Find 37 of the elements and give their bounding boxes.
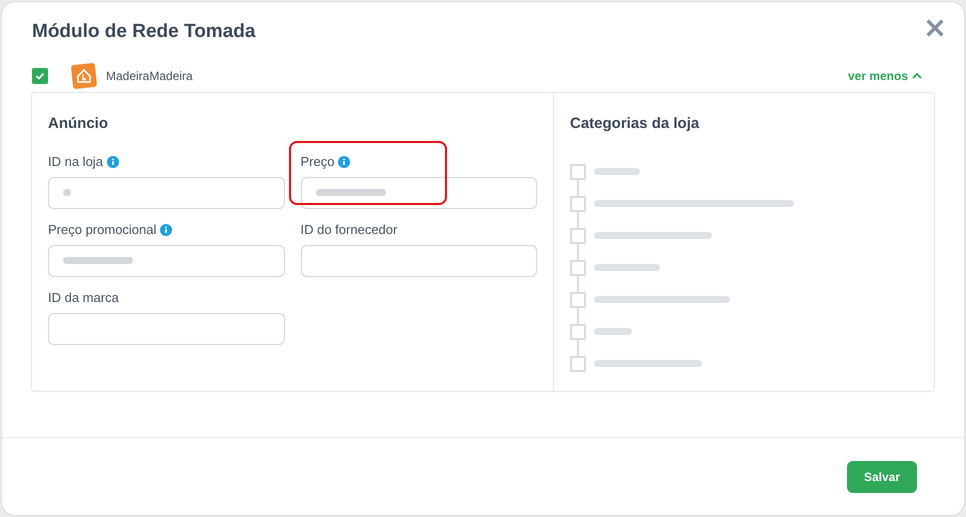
- collapse-link[interactable]: ver menos: [848, 66, 922, 84]
- check-icon: [35, 70, 45, 80]
- checkbox[interactable]: [32, 68, 48, 84]
- info-icon[interactable]: [338, 156, 350, 168]
- chevron-up-icon: [912, 72, 922, 79]
- redacted-category: [594, 168, 640, 175]
- checkbox[interactable]: [570, 260, 586, 276]
- input-field[interactable]: [300, 244, 537, 276]
- field-label: Preço: [300, 152, 334, 171]
- input-field[interactable]: [48, 244, 284, 276]
- field-label: ID na loja: [48, 152, 103, 171]
- field-label: Preço promocional: [48, 220, 156, 239]
- checkbox[interactable]: [570, 324, 586, 340]
- redacted-value: [63, 257, 133, 264]
- section-title: Anúncio: [48, 114, 109, 132]
- redacted-category: [594, 264, 660, 271]
- field-label: ID do fornecedor: [300, 220, 398, 239]
- section-title: Categorias da loja: [570, 114, 700, 132]
- close-icon[interactable]: [926, 19, 944, 37]
- checkbox[interactable]: [570, 196, 586, 212]
- input-field[interactable]: [48, 176, 284, 208]
- info-icon[interactable]: [160, 224, 172, 236]
- checkbox[interactable]: [570, 356, 586, 372]
- checkbox[interactable]: [570, 164, 586, 180]
- store-name: MadeiraMadeira: [106, 68, 193, 84]
- input-field[interactable]: [300, 176, 537, 208]
- save-button[interactable]: Salvar: [847, 460, 917, 492]
- input-field[interactable]: [48, 312, 284, 344]
- info-icon[interactable]: [106, 156, 119, 168]
- store-logo-icon: [71, 62, 97, 88]
- checkbox[interactable]: [570, 292, 586, 308]
- field-label: ID da marca: [48, 288, 119, 307]
- modal-title: Módulo de Rede Tomada: [32, 20, 256, 44]
- redacted-category: [594, 328, 632, 335]
- checkbox[interactable]: [570, 228, 586, 244]
- redacted-value: [316, 189, 386, 196]
- redacted-value: [63, 189, 71, 196]
